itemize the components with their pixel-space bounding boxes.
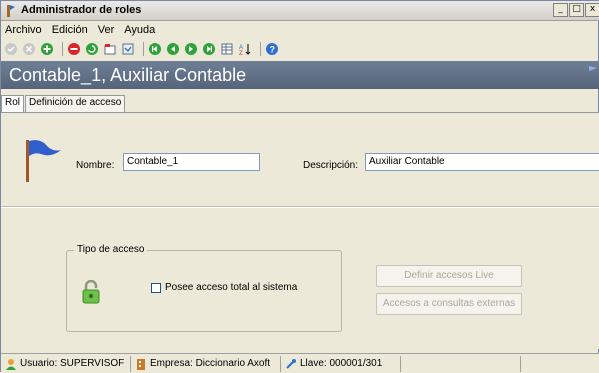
edit-icon[interactable] xyxy=(103,42,117,56)
svg-text:Z: Z xyxy=(239,51,243,56)
tab-content: Nombre: Contable_1 Descripción: Auxiliar… xyxy=(1,113,599,349)
acceso-total-checkbox[interactable] xyxy=(151,283,161,293)
status-empty xyxy=(401,355,521,372)
sort-icon[interactable]: AZ xyxy=(238,42,252,56)
status-bar: Usuario: SUPERVISOF Empresa: Diccionario… xyxy=(1,353,599,373)
window-controls: _ □ x xyxy=(552,3,599,17)
last-icon[interactable] xyxy=(202,42,216,56)
divider xyxy=(1,206,599,208)
copy-icon[interactable] xyxy=(121,42,135,56)
descripcion-field[interactable]: Auxiliar Contable xyxy=(365,153,599,171)
add-icon[interactable] xyxy=(40,42,54,56)
maximize-button[interactable]: □ xyxy=(569,3,584,17)
main-window: Administrador de roles _ □ x Archivo Edi… xyxy=(0,0,599,373)
toolbar: AZ ? xyxy=(1,39,599,59)
empresa-text: Empresa: Diccionario Axoft xyxy=(150,358,271,369)
status-empty xyxy=(521,356,599,372)
tab-rol[interactable]: Rol xyxy=(1,95,25,112)
toolbar-separator xyxy=(62,42,63,56)
title-bar: Administrador de roles _ □ x xyxy=(1,1,599,21)
access-group-title: Tipo de acceso xyxy=(74,244,148,255)
prev-icon[interactable] xyxy=(166,42,180,56)
acceso-total-label: Posee acceso total al sistema xyxy=(165,282,298,293)
menu-edicion[interactable]: Edición xyxy=(52,24,88,36)
menu-bar: Archivo Edición Ver Ayuda xyxy=(1,21,599,39)
close-button[interactable]: x xyxy=(585,3,599,17)
llave-text: Llave: 000001/301 xyxy=(300,358,383,369)
check-icon[interactable] xyxy=(4,42,18,56)
help-icon[interactable]: ? xyxy=(265,42,279,56)
first-icon[interactable] xyxy=(148,42,162,56)
menu-ayuda[interactable]: Ayuda xyxy=(124,24,155,36)
descripcion-label: Descripción: xyxy=(303,160,359,171)
user-icon xyxy=(6,358,16,370)
accesos-externas-button[interactable]: Accesos a consultas externas xyxy=(376,293,522,315)
status-usuario: Usuario: SUPERVISOF xyxy=(1,355,131,372)
toolbar-separator xyxy=(260,42,261,56)
cancel-icon[interactable] xyxy=(22,42,36,56)
tab-strip: Rol Definición de acceso xyxy=(1,95,599,113)
nombre-field[interactable]: Contable_1 xyxy=(123,153,260,171)
refresh-icon[interactable] xyxy=(85,42,99,56)
flag-icon xyxy=(26,140,61,182)
menu-archivo[interactable]: Archivo xyxy=(5,24,42,36)
key-icon xyxy=(286,358,296,369)
minimize-button[interactable]: _ xyxy=(553,3,568,17)
banner-title: Contable_1, Auxiliar Contable xyxy=(9,65,247,85)
record-banner: Contable_1, Auxiliar Contable xyxy=(1,61,599,89)
next-icon[interactable] xyxy=(184,42,198,56)
usuario-text: Usuario: SUPERVISOF xyxy=(20,358,125,369)
company-icon xyxy=(137,358,145,370)
window-title: Administrador de roles xyxy=(21,4,142,16)
app-icon xyxy=(7,5,15,17)
status-empresa: Empresa: Diccionario Axoft xyxy=(131,355,281,372)
nombre-label: Nombre: xyxy=(76,160,115,171)
grid-icon[interactable] xyxy=(220,42,234,56)
flag-icon xyxy=(589,66,597,71)
status-llave: Llave: 000001/301 xyxy=(281,355,401,372)
svg-text:?: ? xyxy=(270,45,276,55)
delete-icon[interactable] xyxy=(67,42,81,56)
menu-ver[interactable]: Ver xyxy=(98,24,115,36)
lock-icon xyxy=(82,280,100,304)
toolbar-separator xyxy=(143,42,144,56)
definir-accesos-button[interactable]: Definir accesos Live xyxy=(376,265,522,287)
tab-definicion-acceso[interactable]: Definición de acceso xyxy=(25,95,126,112)
